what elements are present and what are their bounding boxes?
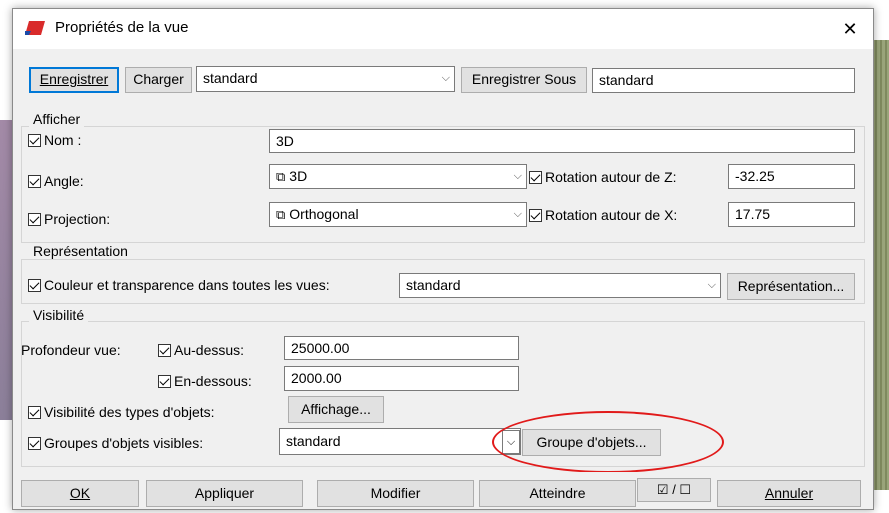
projection-label: Projection: bbox=[44, 211, 111, 227]
profondeur-label: Profondeur vue: bbox=[21, 342, 121, 358]
cancel-button[interactable]: Annuler bbox=[717, 480, 861, 507]
chevron-down-icon: ⌵ bbox=[441, 72, 450, 84]
au-dessus-label: Au-dessus: bbox=[174, 342, 245, 358]
ok-label: OK bbox=[69, 485, 91, 501]
affichage-button[interactable]: Affichage... bbox=[288, 396, 384, 423]
toggle-all-button[interactable]: ☑ / ☐ bbox=[637, 478, 711, 502]
angle-checkbox[interactable]: Angle: bbox=[28, 173, 84, 189]
checkbox-checked-icon bbox=[529, 171, 542, 184]
window-title: Propriétés de la vue bbox=[55, 19, 189, 36]
goto-button[interactable]: Atteindre bbox=[479, 480, 636, 507]
checkbox-checked-icon bbox=[28, 437, 41, 450]
checkbox-checked-icon bbox=[28, 406, 41, 419]
preset-value: standard bbox=[203, 70, 258, 86]
checkbox-checked-icon bbox=[529, 209, 542, 222]
projection-checkbox[interactable]: Projection: bbox=[28, 211, 110, 227]
rot-x-checkbox[interactable]: Rotation autour de X: bbox=[529, 207, 677, 223]
group-afficher-legend: Afficher bbox=[29, 111, 85, 127]
cancel-label: Annuler bbox=[764, 485, 814, 501]
chevron-down-icon: ⌵ bbox=[707, 279, 716, 291]
footer-bar: OK Appliquer Modifier Atteindre ☑ / ☐ An… bbox=[13, 472, 873, 509]
chevron-down-icon: ⌵ bbox=[513, 170, 522, 182]
representation-button[interactable]: Représentation... bbox=[727, 273, 855, 300]
color-transparency-combo[interactable]: standard ⌵ bbox=[399, 273, 721, 298]
object-groups-checkbox[interactable]: Groupes d'objets visibles: bbox=[28, 435, 203, 451]
en-dessous-input[interactable]: 2000.00 bbox=[284, 366, 519, 391]
save-button-label: Enregistrer bbox=[39, 71, 109, 87]
rot-z-checkbox[interactable]: Rotation autour de Z: bbox=[529, 169, 677, 185]
modify-button[interactable]: Modifier bbox=[317, 480, 474, 507]
object-types-visibility-checkbox[interactable]: Visibilité des types d'objets: bbox=[28, 404, 215, 420]
checkbox-checked-icon bbox=[28, 213, 41, 226]
ok-button[interactable]: OK bbox=[21, 480, 139, 507]
app-icon bbox=[25, 21, 45, 35]
object-groups-value: standard bbox=[286, 433, 341, 449]
apply-button[interactable]: Appliquer bbox=[146, 480, 303, 507]
object-groups-label: Groupes d'objets visibles: bbox=[44, 435, 204, 451]
chevron-down-icon: ⌵ bbox=[513, 208, 522, 220]
load-button[interactable]: Charger bbox=[125, 67, 192, 93]
checkbox-checked-icon bbox=[158, 375, 171, 388]
cube-icon: ⧉ bbox=[276, 169, 286, 184]
rot-x-input[interactable]: 17.75 bbox=[728, 202, 855, 227]
checkbox-checked-icon bbox=[158, 344, 171, 357]
color-transparency-value: standard bbox=[406, 277, 461, 293]
annotation-ellipse bbox=[492, 411, 724, 473]
object-types-visibility-label: Visibilité des types d'objets: bbox=[44, 404, 215, 420]
preset-combo[interactable]: standard ⌵ bbox=[196, 66, 455, 92]
title-bar: Propriétés de la vue ✕ bbox=[13, 9, 873, 49]
nom-label: Nom : bbox=[44, 132, 82, 148]
checkbox-checked-icon bbox=[28, 134, 41, 147]
rot-z-input[interactable]: -32.25 bbox=[728, 164, 855, 189]
en-dessous-label: En-dessous: bbox=[174, 373, 252, 389]
rot-z-label: Rotation autour de Z: bbox=[545, 169, 677, 185]
group-representation-legend: Représentation bbox=[29, 243, 132, 259]
nom-input[interactable]: 3D bbox=[269, 129, 855, 153]
view-properties-dialog: Propriétés de la vue ✕ Enregistrer Charg… bbox=[12, 8, 874, 510]
color-transparency-checkbox[interactable]: Couleur et transparence dans toutes les … bbox=[28, 277, 330, 293]
save-as-name-input[interactable]: standard bbox=[592, 68, 855, 93]
projection-combo[interactable]: ⧉ Orthogonal ⌵ bbox=[269, 202, 527, 227]
rot-x-label: Rotation autour de X: bbox=[545, 207, 678, 223]
color-transparency-label: Couleur et transparence dans toutes les … bbox=[44, 277, 330, 293]
object-groups-combo[interactable]: standard bbox=[279, 428, 521, 455]
save-button[interactable]: Enregistrer bbox=[29, 67, 119, 93]
en-dessous-checkbox[interactable]: En-dessous: bbox=[158, 373, 252, 389]
angle-label: Angle: bbox=[44, 173, 84, 189]
checkbox-checked-icon bbox=[28, 279, 41, 292]
angle-combo[interactable]: ⧉ 3D ⌵ bbox=[269, 164, 527, 189]
cube-icon: ⧉ bbox=[276, 207, 286, 222]
au-dessus-input[interactable]: 25000.00 bbox=[284, 336, 519, 360]
close-icon[interactable]: ✕ bbox=[827, 9, 873, 49]
group-visibilite-legend: Visibilité bbox=[29, 307, 89, 323]
save-as-button[interactable]: Enregistrer Sous bbox=[461, 67, 587, 93]
nom-checkbox[interactable]: Nom : bbox=[28, 132, 81, 148]
angle-value: 3D bbox=[289, 168, 308, 184]
checkbox-checked-icon bbox=[28, 175, 41, 188]
au-dessus-checkbox[interactable]: Au-dessus: bbox=[158, 342, 244, 358]
projection-value: Orthogonal bbox=[289, 206, 359, 222]
